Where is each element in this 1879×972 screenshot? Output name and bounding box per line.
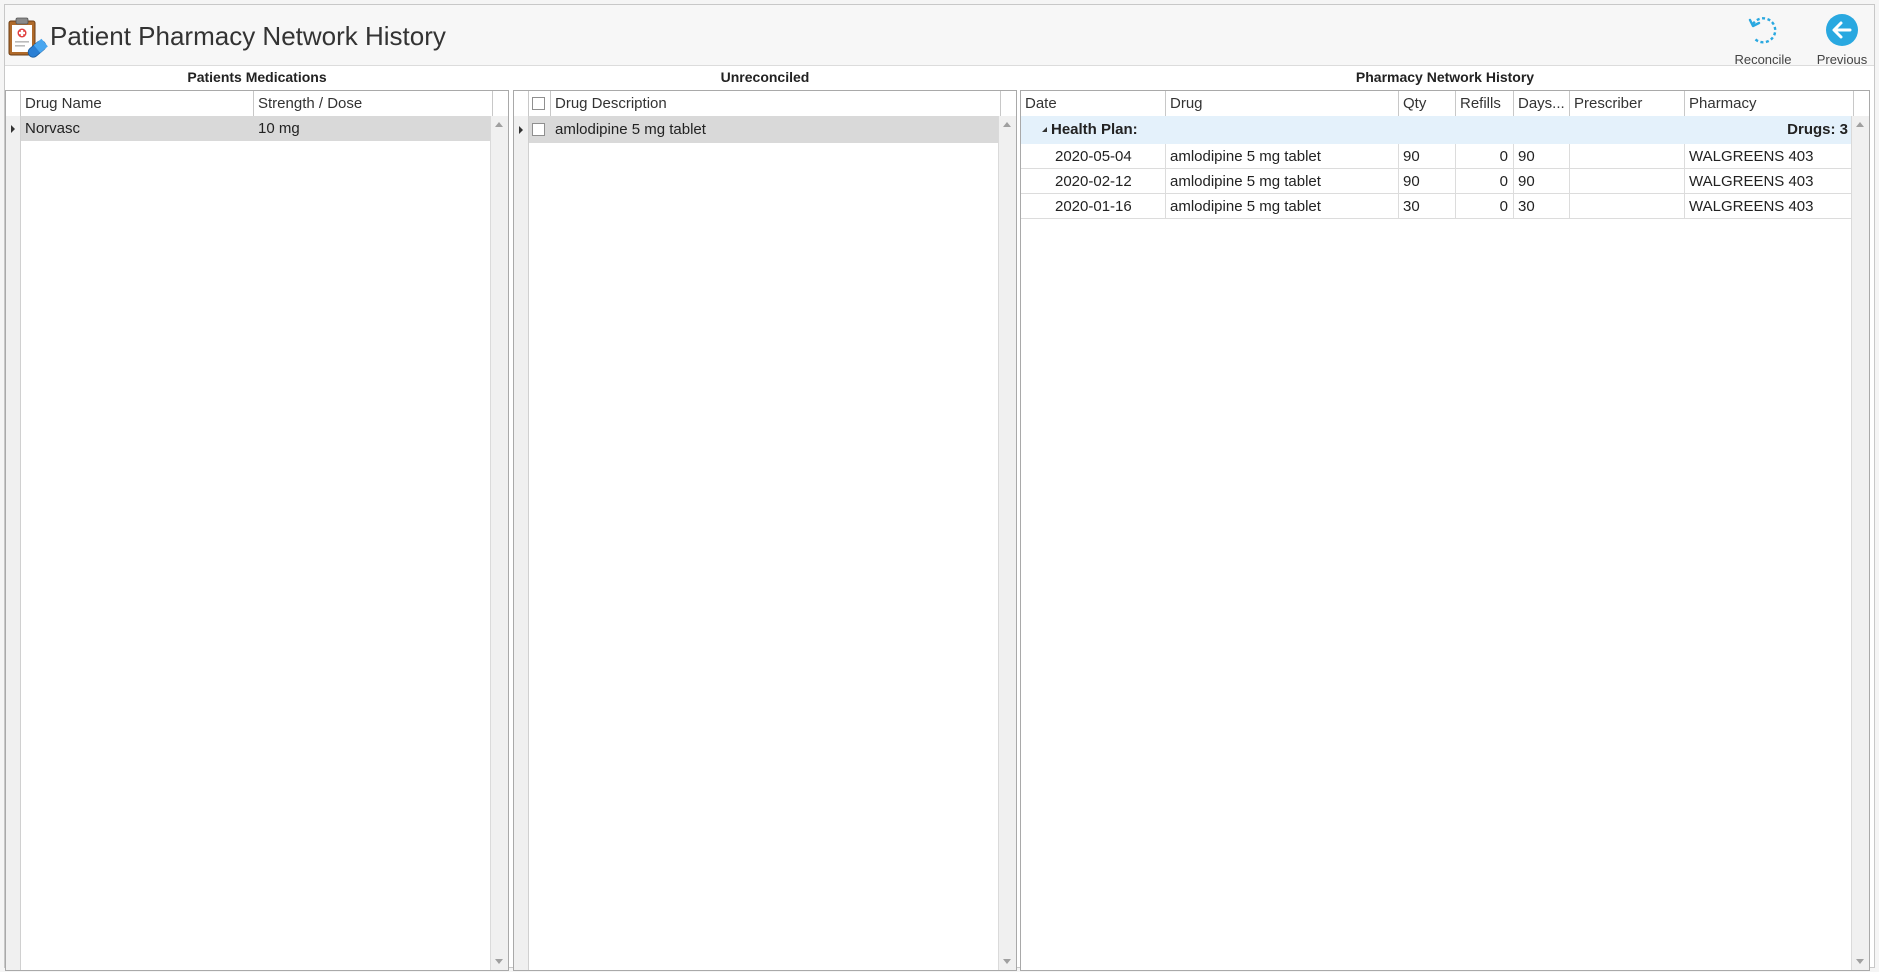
group-row-health-plan[interactable]: Health Plan: Drugs: 3 [1021, 116, 1852, 144]
previous-label: Previous [1816, 52, 1868, 67]
cell-date: 2020-05-04 [1051, 144, 1166, 168]
scroll-down-icon[interactable] [1856, 959, 1864, 964]
main-window: Patient Pharmacy Network History Reconci… [4, 4, 1875, 971]
scroll-down-icon[interactable] [495, 959, 503, 964]
row-expand-icon[interactable] [11, 125, 15, 133]
column-header-pharmacy[interactable]: Pharmacy [1685, 91, 1854, 116]
table-row[interactable]: 2020-01-16 amlodipine 5 mg tablet 30 0 3… [1021, 194, 1852, 219]
row-indicator-column [514, 116, 529, 970]
cell-drug-name: Norvasc [21, 116, 254, 141]
unreconciled-title: Unreconciled [720, 69, 810, 85]
column-header-days[interactable]: Days... [1514, 91, 1570, 116]
cell-qty: 90 [1399, 144, 1456, 168]
column-header-qty[interactable]: Qty [1399, 91, 1456, 116]
cell-days: 90 [1514, 144, 1570, 168]
patients-medications-title: Patients Medications [187, 69, 327, 85]
scroll-up-icon[interactable] [1856, 122, 1864, 127]
cell-date: 2020-01-16 [1051, 194, 1166, 218]
cell-date: 2020-02-12 [1051, 169, 1166, 193]
patients-medications-grid: Drug Name Strength / Dose Norvasc 10 mg [5, 90, 509, 971]
table-row[interactable]: amlodipine 5 mg tablet [514, 116, 1001, 143]
scroll-up-icon[interactable] [1003, 122, 1011, 127]
cell-days: 30 [1514, 194, 1570, 218]
vertical-scrollbar[interactable] [998, 116, 1016, 970]
header-bar: Patient Pharmacy Network History Reconci… [5, 5, 1874, 67]
cell-pharmacy: WALGREENS 403 [1689, 148, 1814, 165]
grid-header: Drug Description [514, 91, 1016, 117]
table-row[interactable]: Norvasc 10 mg [6, 116, 493, 141]
cell-prescriber [1570, 169, 1685, 193]
table-row[interactable]: 2020-02-12 amlodipine 5 mg tablet 90 0 9… [1021, 169, 1852, 194]
back-arrow-icon [1826, 14, 1858, 46]
cell-refills: 0 [1456, 194, 1514, 218]
cell-drug: amlodipine 5 mg tablet [1166, 144, 1399, 168]
previous-button[interactable]: Previous [1797, 9, 1879, 67]
cell-pharmacy: WALGREENS 403 [1689, 173, 1814, 190]
vertical-scrollbar[interactable] [490, 116, 508, 970]
cell-drug: amlodipine 5 mg tablet [1166, 194, 1399, 218]
column-header-drug[interactable]: Drug [1166, 91, 1399, 116]
scroll-down-icon[interactable] [1003, 959, 1011, 964]
row-expand-icon[interactable] [519, 126, 523, 134]
column-header-prescriber[interactable]: Prescriber [1570, 91, 1685, 116]
indicator-header [514, 91, 529, 116]
reconcile-icon [1748, 17, 1777, 44]
pharmacy-history-grid: Date Drug Qty Refills Days... Prescriber… [1020, 90, 1870, 971]
cell-days: 90 [1514, 169, 1570, 193]
group-count: Drugs: 3 [1787, 121, 1848, 138]
column-header-date[interactable]: Date [1021, 91, 1166, 116]
cell-qty: 30 [1399, 194, 1456, 218]
cell-checkbox [529, 116, 551, 143]
reconcile-label: Reconcile [1734, 52, 1792, 67]
unreconciled-grid: Drug Description amlodipine 5 mg tablet [513, 90, 1017, 971]
cell-drug-description: amlodipine 5 mg tablet [551, 116, 1001, 143]
grid-header: Date Drug Qty Refills Days... Prescriber… [1021, 91, 1869, 117]
cell-pharmacy: WALGREENS 403 [1689, 198, 1814, 215]
row-indicator-column [6, 116, 21, 970]
group-label: Health Plan: [1051, 121, 1138, 138]
clipboard-pill-icon [8, 17, 48, 58]
column-header-drug-description[interactable]: Drug Description [551, 91, 1001, 116]
select-all-header [529, 91, 551, 116]
cell-prescriber [1570, 144, 1685, 168]
cell-refills: 0 [1456, 169, 1514, 193]
column-header-refills[interactable]: Refills [1456, 91, 1514, 116]
collapse-triangle-icon[interactable] [1042, 127, 1047, 132]
pharmacy-history-title: Pharmacy Network History [1355, 69, 1535, 85]
cell-strength: 10 mg [254, 116, 493, 141]
column-header-drug-name[interactable]: Drug Name [21, 91, 254, 116]
row-checkbox[interactable] [532, 123, 545, 136]
scroll-up-icon[interactable] [495, 122, 503, 127]
reconcile-button[interactable]: Reconcile [1718, 9, 1808, 67]
cell-qty: 90 [1399, 169, 1456, 193]
page-title: Patient Pharmacy Network History [50, 21, 446, 51]
indicator-header [6, 91, 21, 116]
table-row[interactable]: 2020-05-04 amlodipine 5 mg tablet 90 0 9… [1021, 144, 1852, 169]
vertical-scrollbar[interactable] [1851, 116, 1869, 970]
cell-refills: 0 [1456, 144, 1514, 168]
column-header-strength[interactable]: Strength / Dose [254, 91, 493, 116]
cell-prescriber [1570, 194, 1685, 218]
select-all-checkbox[interactable] [532, 97, 545, 110]
grid-header: Drug Name Strength / Dose [6, 91, 508, 117]
cell-drug: amlodipine 5 mg tablet [1166, 169, 1399, 193]
